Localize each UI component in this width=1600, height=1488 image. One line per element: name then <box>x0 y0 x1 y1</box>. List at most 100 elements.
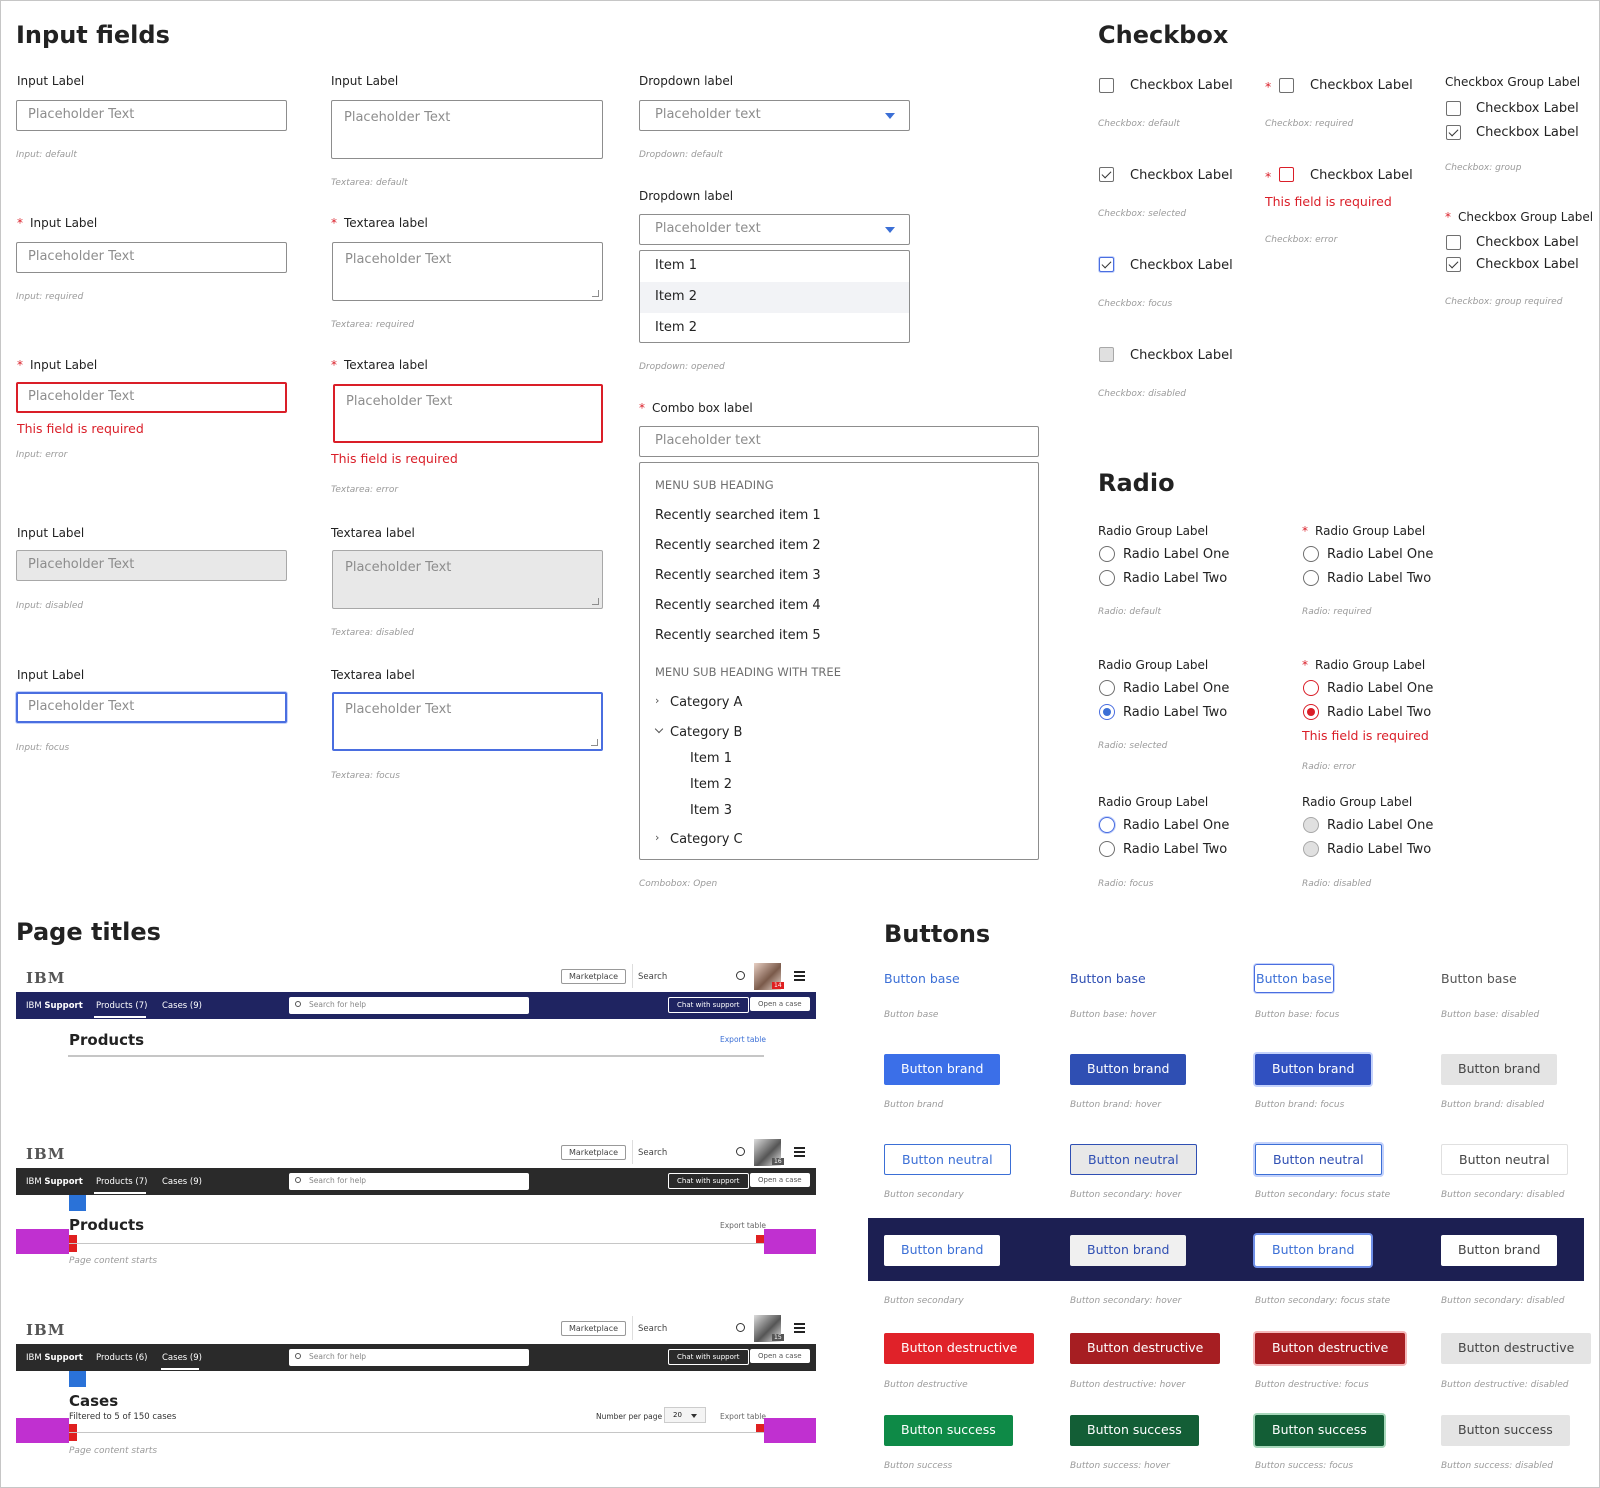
chat-with-support-button[interactable]: Chat with support <box>668 1349 749 1365</box>
button-neutral[interactable]: Button neutral <box>884 1144 1011 1175</box>
radio-button[interactable] <box>1303 570 1319 586</box>
dropdown-item[interactable]: Item 2 <box>640 313 909 344</box>
checkbox-group-item-selected[interactable] <box>1446 257 1461 272</box>
checkbox-group-item[interactable] <box>1446 235 1461 250</box>
button-success[interactable]: Button success <box>884 1415 1013 1446</box>
checkbox-selected[interactable] <box>1099 167 1114 182</box>
radio-button-focus[interactable] <box>1099 817 1115 833</box>
radio-button[interactable] <box>1099 570 1115 586</box>
menu-item[interactable]: Recently searched item 2 <box>655 538 821 553</box>
open-a-case-button[interactable]: Open a case <box>750 1173 810 1187</box>
button-destructive-focus[interactable]: Button destructive <box>1255 1333 1406 1364</box>
radio-button-selected[interactable] <box>1099 704 1115 720</box>
search-icon[interactable] <box>736 1147 745 1156</box>
dropdown-opened[interactable]: Placeholder text <box>639 214 910 245</box>
per-page-select[interactable]: 20 <box>664 1407 706 1423</box>
button-brand-inverse-hover[interactable]: Button brand <box>1070 1235 1187 1266</box>
text-input-default[interactable]: Placeholder Text <box>16 100 287 131</box>
button-brand-focus[interactable]: Button brand <box>1255 1054 1372 1085</box>
text-input-error[interactable]: Placeholder Text <box>16 382 287 413</box>
checkbox-group-item-selected[interactable] <box>1446 125 1461 140</box>
checkbox-error[interactable] <box>1279 167 1294 182</box>
textarea-default[interactable]: Placeholder Text <box>331 100 603 159</box>
chevron-right-icon[interactable]: › <box>655 831 659 844</box>
search-label[interactable]: Search <box>638 972 667 982</box>
nav-tab-products[interactable]: Products (6) <box>96 1353 147 1363</box>
export-table-link[interactable]: Export table <box>720 1035 766 1044</box>
search-for-help-input[interactable]: Search for help <box>289 1173 529 1190</box>
search-label[interactable]: Search <box>638 1324 667 1334</box>
tree-category-expanded[interactable]: Category B <box>670 725 742 740</box>
textarea-required[interactable]: Placeholder Text <box>332 242 603 301</box>
hamburger-menu-icon[interactable] <box>794 971 805 981</box>
chevron-down-icon[interactable] <box>654 724 664 734</box>
marketplace-button[interactable]: Marketplace <box>561 969 627 984</box>
nav-tab-cases[interactable]: Cases (9) <box>162 1177 202 1187</box>
tree-item[interactable]: Item 3 <box>690 803 732 818</box>
chevron-right-icon[interactable]: › <box>655 694 659 707</box>
search-icon[interactable] <box>736 1323 745 1332</box>
textarea-error[interactable]: Placeholder Text <box>333 384 603 443</box>
tree-item[interactable]: Item 2 <box>690 777 732 792</box>
dropdown-item[interactable]: Item 1 <box>640 251 909 282</box>
dropdown-default[interactable]: Placeholder text <box>639 100 910 131</box>
tree-category[interactable]: Category C <box>670 832 743 847</box>
marketplace-button[interactable]: Marketplace <box>561 1145 627 1160</box>
radio-group-label: Radio Group Label <box>1098 795 1209 809</box>
menu-item[interactable]: Recently searched item 5 <box>655 628 821 643</box>
export-table-link[interactable]: Export table <box>720 1412 766 1421</box>
button-destructive[interactable]: Button destructive <box>884 1333 1035 1364</box>
button-brand-inverse-focus[interactable]: Button brand <box>1255 1235 1372 1266</box>
textarea-focus[interactable]: Placeholder Text <box>332 692 603 751</box>
hamburger-menu-icon[interactable] <box>794 1147 805 1157</box>
text-input-required[interactable]: Placeholder Text <box>16 242 287 273</box>
tree-item[interactable]: Item 1 <box>690 751 732 766</box>
search-for-help-input[interactable]: Search for help <box>289 997 529 1014</box>
caption: Button secondary: hover <box>1070 1190 1182 1200</box>
caption: Button destructive: focus <box>1255 1380 1369 1390</box>
button-base-hover[interactable]: Button base <box>1070 971 1146 986</box>
search-for-help-input[interactable]: Search for help <box>289 1349 529 1366</box>
hamburger-menu-icon[interactable] <box>794 1323 805 1333</box>
checkbox-default[interactable] <box>1099 78 1114 93</box>
button-brand-inverse[interactable]: Button brand <box>884 1235 1001 1266</box>
tree-category[interactable]: Category A <box>670 695 742 710</box>
nav-tab-products[interactable]: Products (7) <box>96 1001 147 1011</box>
open-a-case-button[interactable]: Open a case <box>750 997 810 1011</box>
search-icon[interactable] <box>736 971 745 980</box>
menu-item[interactable]: Recently searched item 1 <box>655 508 821 523</box>
chat-with-support-button[interactable]: Chat with support <box>668 997 749 1013</box>
dropdown-item-hovered[interactable]: Item 2 <box>640 282 909 313</box>
nav-tab-cases[interactable]: Cases (9) <box>162 1353 202 1363</box>
checkbox-label: Checkbox Label <box>1476 101 1579 116</box>
radio-button[interactable] <box>1099 680 1115 696</box>
search-label[interactable]: Search <box>638 1148 667 1158</box>
radio-button[interactable] <box>1303 546 1319 562</box>
radio-button[interactable] <box>1099 841 1115 857</box>
open-a-case-button[interactable]: Open a case <box>750 1349 810 1363</box>
button-base-focus[interactable]: Button base <box>1254 964 1334 993</box>
text-input-focus[interactable]: Placeholder Text <box>16 692 287 723</box>
button-base[interactable]: Button base <box>884 971 960 986</box>
button-brand-hover[interactable]: Button brand <box>1070 1054 1187 1085</box>
nav-tab-cases[interactable]: Cases (9) <box>162 1001 202 1011</box>
button-success-hover[interactable]: Button success <box>1070 1415 1199 1446</box>
button-neutral-hover[interactable]: Button neutral <box>1070 1144 1197 1175</box>
radio-button-error-selected[interactable] <box>1303 704 1319 720</box>
button-neutral-focus[interactable]: Button neutral <box>1255 1144 1382 1175</box>
radio-button-error[interactable] <box>1303 680 1319 696</box>
marketplace-button[interactable]: Marketplace <box>561 1321 627 1336</box>
checkbox-group-item[interactable] <box>1446 101 1461 116</box>
menu-item[interactable]: Recently searched item 4 <box>655 598 821 613</box>
chat-with-support-button[interactable]: Chat with support <box>668 1173 749 1189</box>
export-table-link[interactable]: Export table <box>720 1221 766 1230</box>
menu-item[interactable]: Recently searched item 3 <box>655 568 821 583</box>
checkbox-focus[interactable] <box>1099 257 1114 272</box>
combobox-input[interactable]: Placeholder text <box>639 426 1039 457</box>
button-destructive-hover[interactable]: Button destructive <box>1070 1333 1221 1364</box>
nav-tab-products[interactable]: Products (7) <box>96 1177 147 1187</box>
radio-button[interactable] <box>1099 546 1115 562</box>
button-brand[interactable]: Button brand <box>884 1054 1001 1085</box>
button-success-focus[interactable]: Button success <box>1255 1415 1384 1446</box>
checkbox-required[interactable] <box>1279 78 1294 93</box>
